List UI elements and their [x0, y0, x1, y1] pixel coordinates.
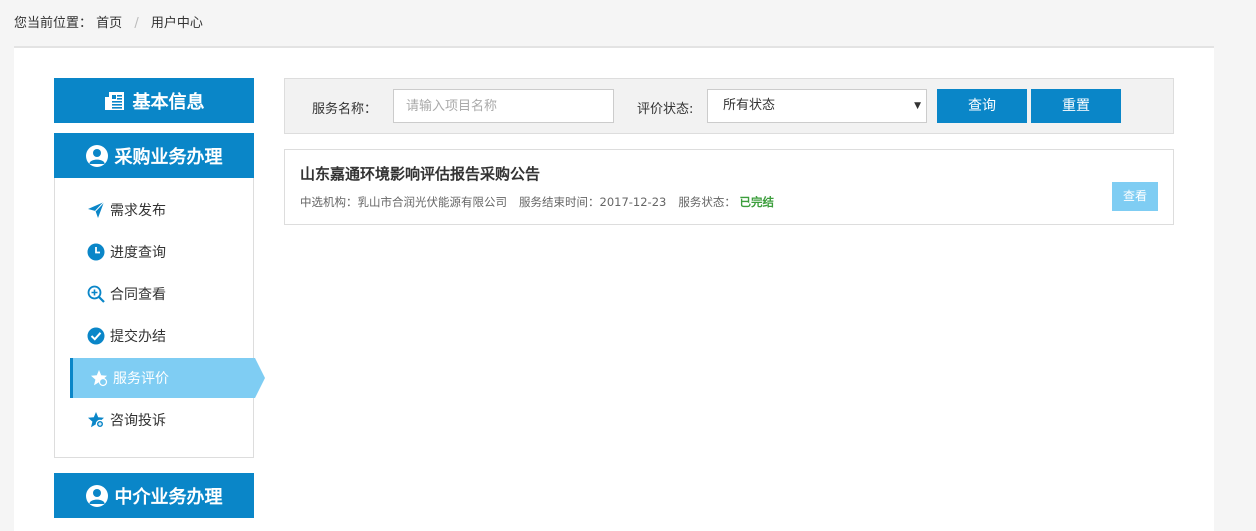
sidebar-item-consult-complaint[interactable]: 咨询投诉 — [55, 400, 254, 440]
sidebar-item-label: 合同查看 — [110, 287, 166, 303]
zoom-in-icon — [87, 285, 105, 303]
service-status-value: 已完结 — [739, 195, 775, 209]
breadcrumb-prefix: 您当前位置： — [14, 16, 93, 31]
service-status-label: 服务状态： — [678, 195, 736, 209]
star-icon — [90, 369, 108, 387]
breadcrumb-home-link[interactable]: 首页 — [96, 16, 122, 31]
view-button[interactable]: 查看 — [1112, 182, 1158, 211]
newspaper-icon — [104, 90, 126, 112]
result-meta: 中选机构：乳山市合润光伏能源有限公司 服务结束时间：2017-12-23 服务状态：… — [300, 194, 774, 210]
sidebar-item-contract-view[interactable]: 合同查看 — [55, 274, 254, 314]
user-icon — [85, 484, 108, 507]
breadcrumb-separator: / — [134, 16, 139, 31]
search-bar: 服务名称： 评价状态: 所有状态 ▼ 查询 重置 — [284, 78, 1174, 134]
end-time-label: 服务结束时间： — [519, 195, 600, 209]
breadcrumb-current: 用户中心 — [150, 16, 203, 31]
sidebar-item-label: 进度查询 — [110, 245, 166, 261]
reset-button[interactable]: 重置 — [1031, 89, 1121, 123]
clock-icon — [87, 243, 105, 261]
caret-down-icon: ▼ — [914, 101, 921, 111]
breadcrumb: 您当前位置： 首页 / 用户中心 — [14, 12, 203, 32]
procurement-submenu: 需求发布 进度查询 合同查看 提交办结 服务评价 咨询投诉 — [54, 178, 265, 458]
evaluation-status-label: 评价状态: — [637, 102, 694, 117]
service-name-label: 服务名称： — [312, 102, 378, 117]
result-title[interactable]: 山东嘉通环境影响评估报告采购公告 — [300, 163, 540, 184]
sidebar-section-label: 采购业务办理 — [114, 146, 223, 168]
sidebar-section-label: 基本信息 — [132, 91, 205, 113]
sidebar-item-label: 服务评价 — [113, 371, 169, 387]
sidebar-item-label: 需求发布 — [110, 203, 166, 219]
evaluation-status-value: 所有状态 — [723, 98, 776, 113]
org-label: 中选机构： — [300, 195, 358, 209]
sidebar-item-submit-close[interactable]: 提交办结 — [55, 316, 254, 356]
sidebar-item-progress-query[interactable]: 进度查询 — [55, 232, 254, 272]
evaluation-status-select[interactable]: 所有状态 ▼ — [707, 89, 927, 123]
sidebar-section-procurement[interactable]: 采购业务办理 — [54, 133, 254, 178]
service-name-input[interactable] — [393, 89, 614, 123]
sidebar-section-basic-info[interactable]: 基本信息 — [54, 78, 254, 123]
end-time-value: 2017-12-23 — [599, 195, 667, 209]
query-button[interactable]: 查询 — [937, 89, 1027, 123]
paper-plane-icon — [87, 201, 105, 219]
main-panel: 基本信息 采购业务办理 需求发布 进度查询 合同查看 提交办结 服务评价 咨询投… — [14, 48, 1214, 531]
sidebar-item-service-evaluation[interactable]: 服务评价 — [70, 358, 265, 398]
sidebar-item-label: 咨询投诉 — [110, 413, 166, 429]
sidebar-item-demand-publish[interactable]: 需求发布 — [55, 190, 254, 230]
result-card: 山东嘉通环境影响评估报告采购公告 中选机构：乳山市合润光伏能源有限公司 服务结束时… — [284, 149, 1174, 225]
sidebar-section-agency[interactable]: 中介业务办理 — [54, 473, 254, 518]
user-icon — [85, 144, 108, 167]
org-value: 乳山市合润光伏能源有限公司 — [357, 195, 508, 209]
check-circle-icon — [87, 327, 105, 345]
sidebar-item-label: 提交办结 — [110, 329, 166, 345]
star-badge-icon — [87, 411, 105, 429]
sidebar-section-label: 中介业务办理 — [114, 486, 223, 508]
